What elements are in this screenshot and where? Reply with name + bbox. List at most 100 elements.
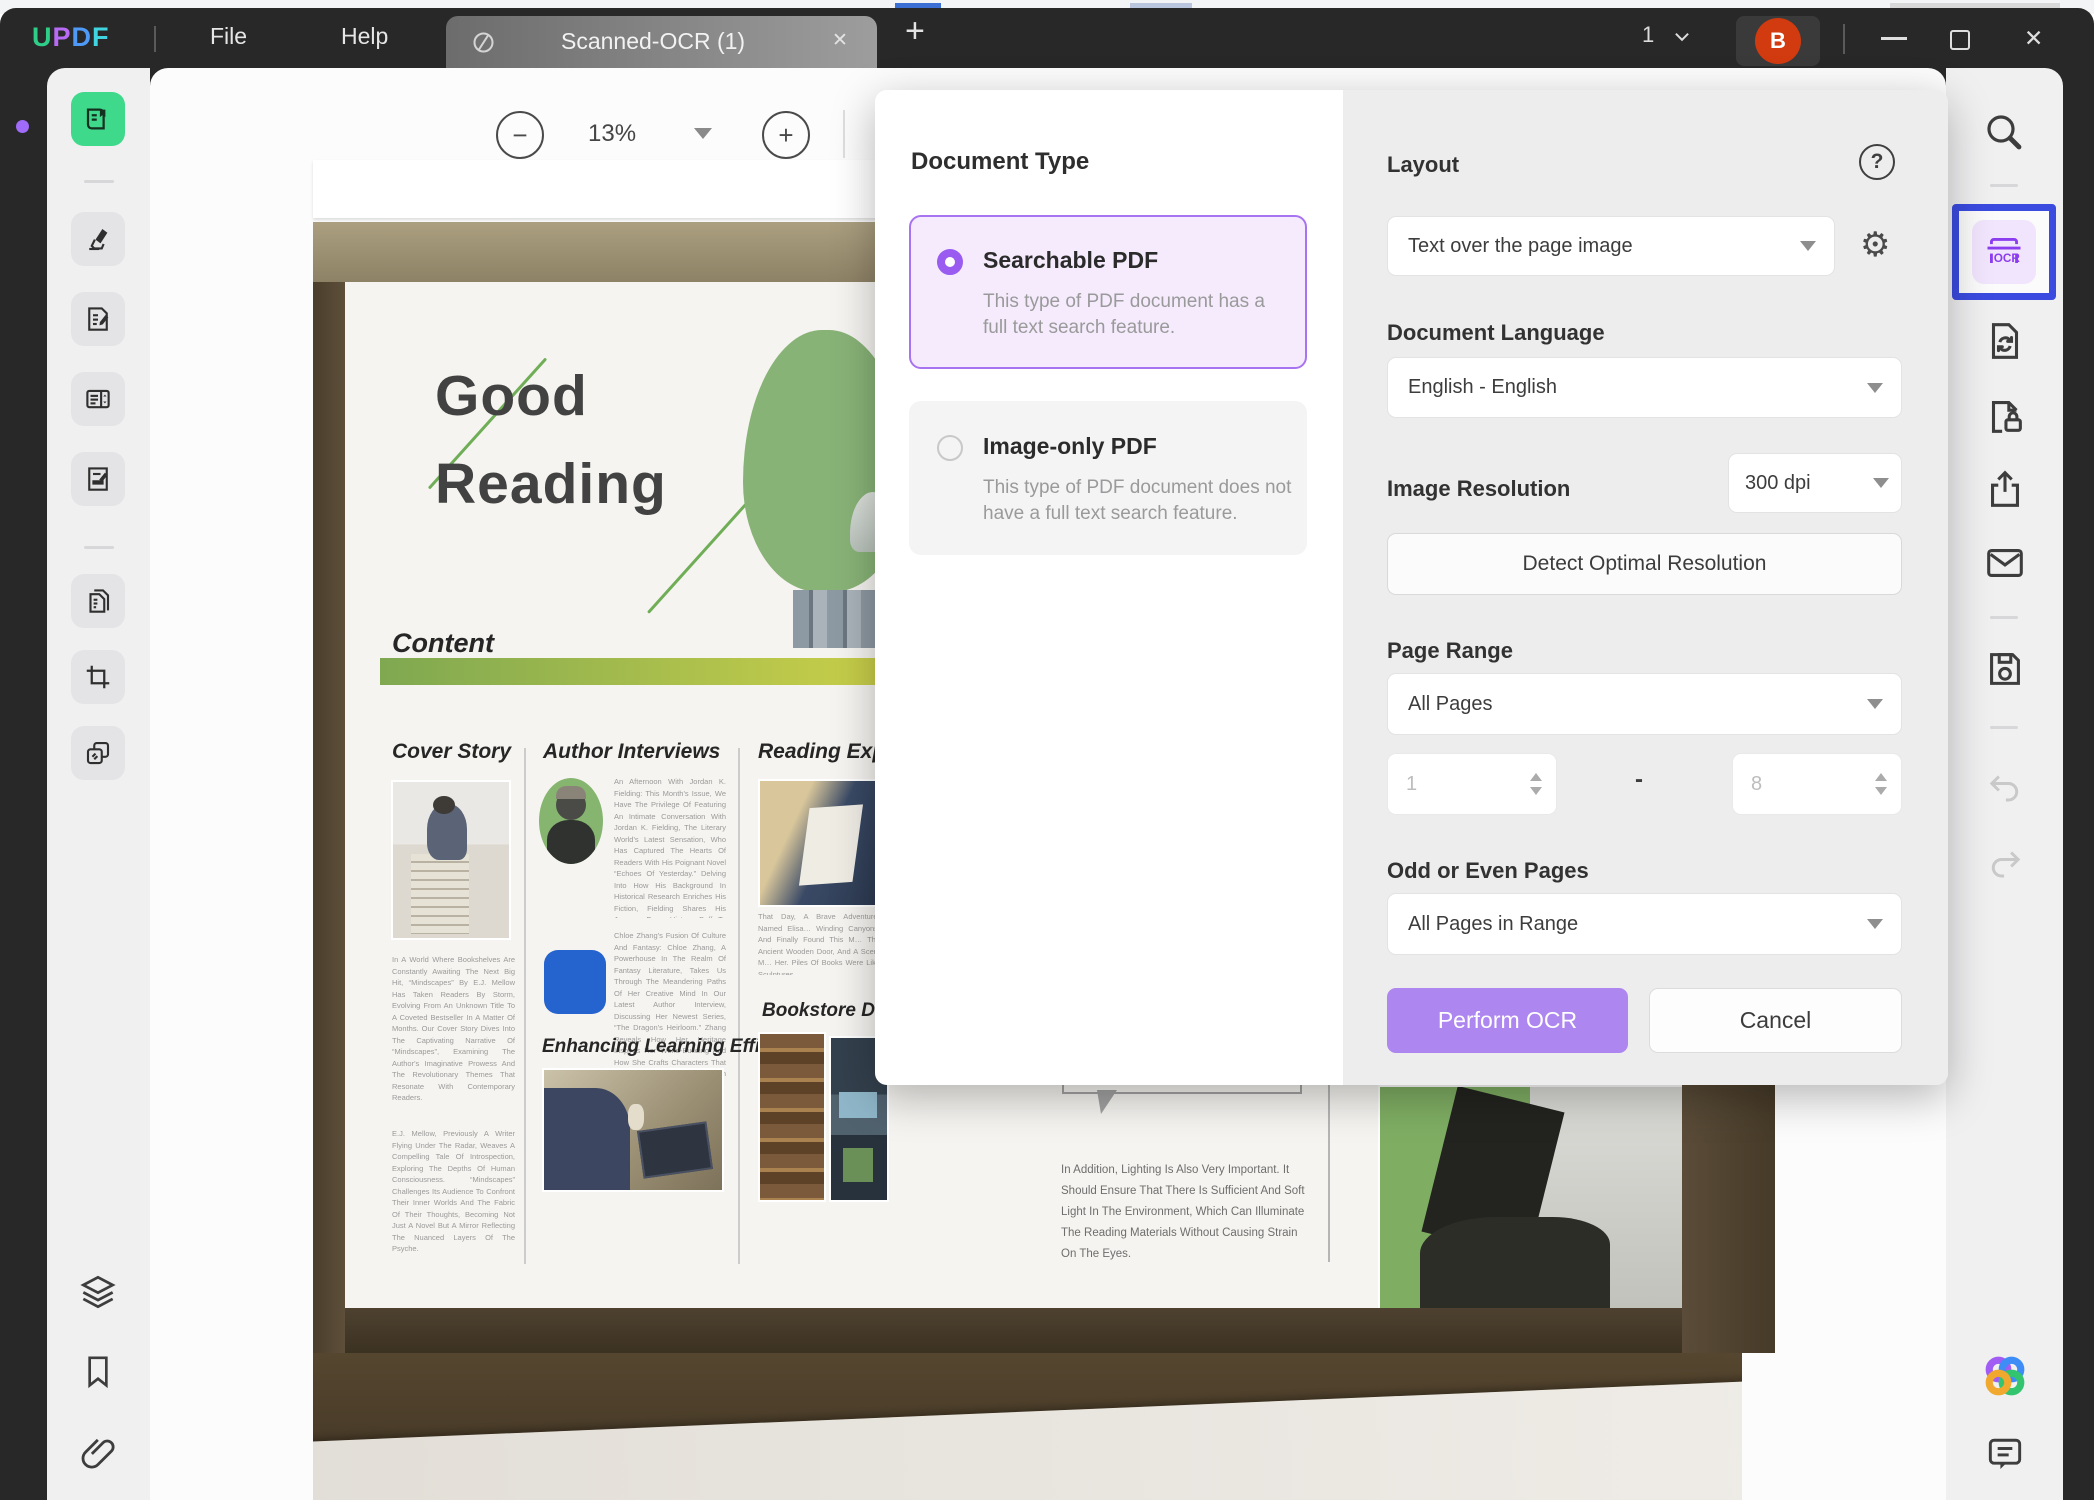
- ocr-icon: OCR: [1987, 238, 2021, 265]
- tool-share[interactable]: [1982, 466, 2028, 512]
- tool-ai-assistant[interactable]: [1981, 1352, 2029, 1400]
- page-to-stepper[interactable]: 8: [1732, 753, 1902, 815]
- open-book-page: [798, 804, 864, 886]
- page-range-dropdown[interactable]: All Pages: [1387, 673, 1902, 735]
- image-resolution-heading: Image Resolution: [1387, 476, 1571, 501]
- tool-edit[interactable]: [71, 292, 125, 346]
- list-spinner-icon: [86, 389, 110, 409]
- tool-crop[interactable]: [71, 650, 125, 704]
- menu-file[interactable]: File: [210, 23, 247, 50]
- new-tab-icon[interactable]: +: [905, 12, 925, 51]
- tool-organize[interactable]: [71, 372, 125, 426]
- ocr-dialog-settings-panel: Layout ? Text over the page image ⚙ Docu…: [1343, 90, 1948, 1085]
- page-count-value: 1: [1642, 22, 1655, 47]
- stepper-down-icon[interactable]: [1530, 787, 1542, 795]
- app-window: UPDF File Help Scanned-OCR (1) ✕ + 1 B ✕: [0, 8, 2094, 1500]
- tool-fill-sign[interactable]: [71, 452, 125, 506]
- page-from-stepper[interactable]: 1: [1387, 753, 1557, 815]
- compare-pages-icon: [86, 741, 110, 765]
- toolbar-divider: [84, 180, 114, 183]
- detect-resolution-button[interactable]: Detect Optimal Resolution: [1387, 533, 1902, 595]
- page-to-value: 8: [1751, 772, 1763, 795]
- page-lock-icon: [1991, 401, 2022, 433]
- tool-layers[interactable]: [76, 1270, 120, 1314]
- author-paragraph-2: Chloe Zhang's Fusion Of Culture And Fant…: [614, 931, 726, 1088]
- tool-comment[interactable]: [71, 212, 125, 266]
- toolbar-divider: [84, 546, 114, 549]
- author-beanie: [556, 786, 586, 799]
- save-icon: [1990, 653, 2020, 685]
- stepper-up-icon[interactable]: [1875, 773, 1887, 781]
- updf-app-window: { "menubar": { "logo": "UPDF", "file": "…: [0, 0, 2094, 1500]
- option-searchable-pdf[interactable]: Searchable PDF This type of PDF document…: [909, 215, 1307, 369]
- content-bar: [380, 658, 880, 685]
- zoom-out-button[interactable]: −: [496, 111, 544, 159]
- stepper-up-icon[interactable]: [1530, 773, 1542, 781]
- ocr-tile: OCR: [1972, 220, 2036, 284]
- stepper-arrows[interactable]: [1530, 773, 1542, 795]
- gear-icon[interactable]: ⚙: [1860, 228, 1890, 262]
- tool-pages[interactable]: [71, 574, 125, 628]
- updf-logo: UPDF: [32, 22, 110, 52]
- radio-selected-icon[interactable]: [937, 249, 963, 275]
- coffee-cup: [628, 1104, 644, 1130]
- tab-close-icon[interactable]: ✕: [832, 29, 848, 52]
- stepper-arrows[interactable]: [1875, 773, 1887, 795]
- zoom-level[interactable]: 13%: [588, 120, 636, 148]
- highlighter-icon: [89, 229, 108, 251]
- mail-icon: [1987, 549, 2023, 577]
- pdf-page-2[interactable]: [313, 1353, 1742, 1500]
- account-button[interactable]: B: [1736, 16, 1820, 66]
- minimize-icon[interactable]: [1881, 37, 1907, 40]
- stepper-down-icon[interactable]: [1875, 787, 1887, 795]
- language-dropdown[interactable]: English - English: [1387, 357, 1902, 418]
- crop-icon: [86, 665, 110, 689]
- zoom-dropdown-caret[interactable]: [694, 128, 712, 139]
- person-shoulder: [544, 1088, 630, 1190]
- window-close-icon[interactable]: ✕: [2024, 25, 2043, 52]
- column-divider: [738, 748, 740, 1264]
- layout-dropdown[interactable]: Text over the page image: [1387, 216, 1835, 276]
- tool-search[interactable]: [1980, 108, 2028, 156]
- tool-convert[interactable]: [1982, 318, 2028, 364]
- menu-help[interactable]: Help: [341, 23, 388, 50]
- odd-even-value: All Pages in Range: [1408, 912, 1579, 935]
- option-image-only-pdf[interactable]: Image-only PDF This type of PDF document…: [909, 401, 1307, 555]
- maximize-icon[interactable]: [1950, 30, 1970, 50]
- tool-protect[interactable]: [1982, 392, 2028, 438]
- chevron-down-icon: [1867, 919, 1883, 929]
- tool-undo-disabled[interactable]: [1984, 766, 2026, 808]
- tool-reader[interactable]: [71, 92, 125, 146]
- svg-text:OCR: OCR: [1994, 252, 2021, 265]
- ocr-dialog: Document Type Searchable PDF This type o…: [875, 90, 1948, 1085]
- page-2-paper: [313, 1379, 1742, 1500]
- tool-save[interactable]: [1982, 646, 2028, 692]
- radio-unselected-icon[interactable]: [937, 435, 963, 461]
- odd-even-dropdown[interactable]: All Pages in Range: [1387, 893, 1902, 955]
- toolbar-divider: [1990, 616, 2018, 619]
- zoom-in-button[interactable]: +: [762, 111, 810, 159]
- child-head: [433, 796, 455, 814]
- chevron-down-icon: [1867, 382, 1883, 393]
- page-pen-icon: [88, 467, 108, 491]
- photo-bookshelf-1: [760, 1034, 824, 1200]
- perform-ocr-button[interactable]: Perform OCR: [1387, 988, 1628, 1053]
- document-type-heading: Document Type: [911, 148, 1090, 175]
- comment-bubble-icon: [1988, 1438, 2022, 1470]
- tool-mail[interactable]: [1982, 540, 2028, 586]
- photo-tablet-learning: [544, 1070, 722, 1190]
- tool-feedback[interactable]: [1983, 1432, 2027, 1476]
- tool-redo-disabled[interactable]: [1984, 842, 2026, 884]
- tool-ocr-active[interactable]: OCR: [1952, 204, 2056, 300]
- page-count[interactable]: 1: [1642, 22, 1690, 48]
- legs-dark: [1420, 1217, 1610, 1308]
- resolution-dropdown[interactable]: 300 dpi: [1728, 453, 1902, 513]
- tool-bookmarks[interactable]: [78, 1352, 118, 1392]
- tool-attachments[interactable]: [77, 1432, 119, 1474]
- tool-compare[interactable]: [71, 726, 125, 780]
- paperclip-icon: [81, 1438, 115, 1469]
- toolbar-divider: [843, 110, 845, 158]
- cancel-button[interactable]: Cancel: [1649, 988, 1902, 1053]
- document-tab[interactable]: Scanned-OCR (1) ✕: [446, 16, 877, 68]
- help-icon[interactable]: ?: [1859, 144, 1895, 180]
